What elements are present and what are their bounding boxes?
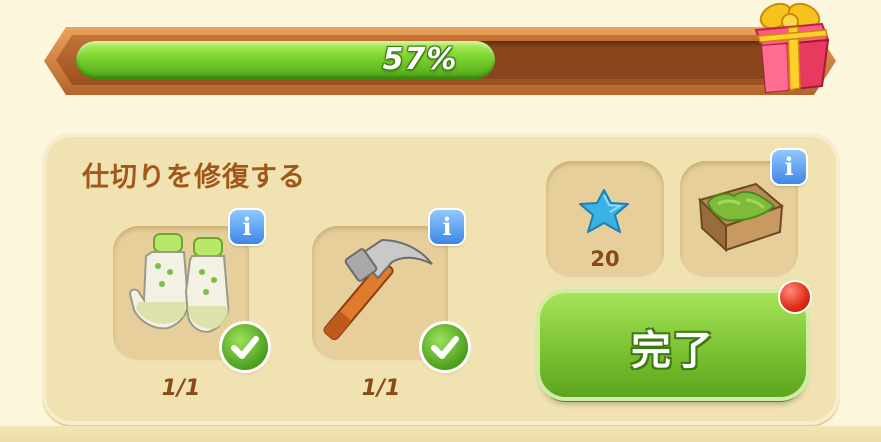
gloves-count: 1/1	[161, 376, 201, 401]
checkmark-icon	[431, 336, 459, 359]
planter-info-button[interactable]: i	[772, 150, 806, 184]
gloves-info-button[interactable]: i	[230, 210, 264, 244]
hammer-complete-check	[422, 324, 468, 370]
hammer-info-button[interactable]: i	[430, 210, 464, 244]
blue-star-icon	[579, 189, 629, 233]
task-title: 仕切りを修復する	[82, 162, 306, 193]
progress-percent: 57%	[382, 42, 458, 77]
complete-button-label: 完了	[631, 328, 715, 374]
star-reward-count: 20	[590, 247, 620, 271]
bottom-strip	[0, 426, 881, 442]
gift-box-icon[interactable]	[748, 0, 830, 96]
planter-box-icon	[698, 182, 784, 253]
hammer-count: 1/1	[361, 376, 401, 401]
checkmark-icon	[231, 336, 259, 359]
notification-dot	[780, 282, 810, 312]
gloves-complete-check	[222, 324, 268, 370]
